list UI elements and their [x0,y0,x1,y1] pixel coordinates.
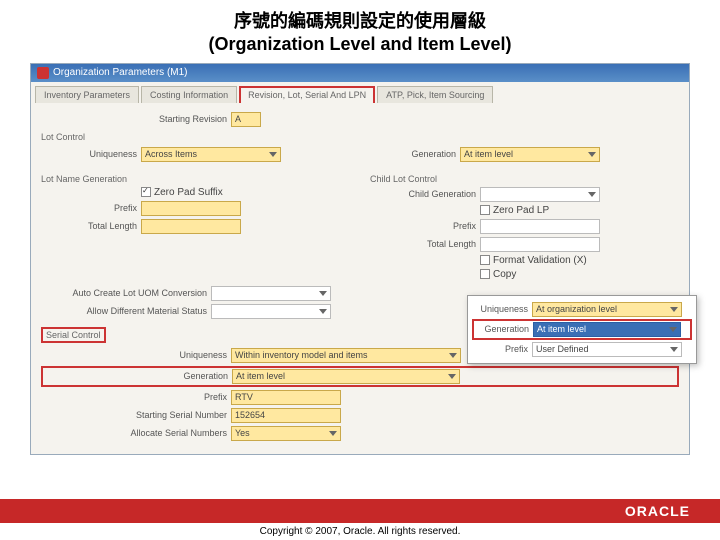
footer: ORACLE Copyright © 2007, Oracle. All rig… [0,499,720,540]
lbl-uniqueness-serial: Uniqueness [41,350,231,360]
chevron-down-icon [319,309,327,314]
slide-title: 序號的編碼規則設定的使用層級 (Organization Level and I… [0,0,720,63]
lbl-prefix: Prefix [41,203,141,213]
chevron-down-icon [588,152,596,157]
chevron-down-icon [448,374,456,379]
fld-prefix-lot[interactable] [141,201,241,216]
lbl-uniqueness: Uniqueness [41,149,141,159]
lbl-allow-diff: Allow Different Material Status [41,306,211,316]
lbl-generation: Generation [370,149,460,159]
chevron-down-icon [449,353,457,358]
fld-uniqueness-serial[interactable]: Within inventory model and items [231,348,461,363]
lbl-starting-revision: Starting Revision [41,114,231,124]
chk-copy[interactable] [480,269,490,279]
lbl-total-length: Total Length [41,221,141,231]
ov-fld-generation[interactable]: At item level [533,322,681,337]
lbl-generation-serial: Generation [44,371,232,381]
lbl-zero-pad-lp: Zero Pad LP [493,205,549,216]
copyright: Copyright © 2007, Oracle. All rights res… [0,523,720,540]
tab-atp-pick[interactable]: ATP, Pick, Item Sourcing [377,86,493,103]
chk-zero-pad-suffix[interactable] [141,187,151,197]
ov-lbl-generation: Generation [475,324,533,334]
fld-child-gen[interactable] [480,187,600,202]
title-zh: 序號的編碼規則設定的使用層級 [0,10,720,33]
window-title: Organization Parameters (M1) [53,67,188,78]
section-serial-control: Serial Control [41,327,106,343]
fld-prefix-serial[interactable]: RTV [231,390,341,405]
lbl-copy: Copy [493,269,516,280]
lbl-format-val: Format Validation (X) [493,255,587,266]
chevron-down-icon [670,347,678,352]
fld-generation-serial[interactable]: At item level [232,369,460,384]
lbl-auto-create: Auto Create Lot UOM Conversion [41,288,211,298]
ov-lbl-uniqueness: Uniqueness [472,304,532,314]
chevron-down-icon [670,307,678,312]
fld-prefix-child[interactable] [480,219,600,234]
overlay-panel: UniquenessAt organization level Generati… [467,295,697,364]
title-en: (Organization Level and Item Level) [0,33,720,56]
brand-bar: ORACLE [0,499,720,523]
section-lot-control: Lot Control [41,132,679,142]
fld-total-length-child[interactable] [480,237,600,252]
fld-total-length-lot[interactable] [141,219,241,234]
lbl-prefix-child: Prefix [370,221,480,231]
app-icon [37,67,49,79]
ov-fld-uniqueness[interactable]: At organization level [532,302,682,317]
lbl-allocate-serial: Allocate Serial Numbers [41,428,231,438]
lbl-total-length-child: Total Length [370,239,480,249]
fld-allocate-serial[interactable]: Yes [231,426,341,441]
fld-starting-revision[interactable]: A [231,112,261,127]
chevron-down-icon [669,327,677,332]
tab-strip: Inventory Parameters Costing Information… [31,82,689,103]
ov-fld-prefix[interactable]: User Defined [532,342,682,357]
chevron-down-icon [588,192,596,197]
lbl-child-gen: Child Generation [370,189,480,199]
chevron-down-icon [319,291,327,296]
fld-auto-create[interactable] [211,286,331,301]
oracle-logo: ORACLE [625,503,690,519]
chk-format-val[interactable] [480,255,490,265]
app-window: Organization Parameters (M1) Inventory P… [30,63,690,455]
fld-allow-diff[interactable] [211,304,331,319]
tab-inventory-params[interactable]: Inventory Parameters [35,86,139,103]
titlebar: Organization Parameters (M1) [31,64,689,82]
fld-generation-lot[interactable]: At item level [460,147,600,162]
form-body: Starting Revision A Lot Control Uniquene… [31,103,689,454]
tab-revision-lot-serial[interactable]: Revision, Lot, Serial And LPN [239,86,375,103]
ov-lbl-prefix: Prefix [472,344,532,354]
fld-uniqueness-lot[interactable]: Across Items [141,147,281,162]
lbl-zero-pad-suffix: Zero Pad Suffix [154,187,223,198]
chk-zero-pad-lp[interactable] [480,205,490,215]
lbl-starting-serial: Starting Serial Number [41,410,231,420]
lbl-prefix-serial: Prefix [41,392,231,402]
fld-starting-serial[interactable]: 152654 [231,408,341,423]
chevron-down-icon [329,431,337,436]
chevron-down-icon [269,152,277,157]
tab-costing-info[interactable]: Costing Information [141,86,237,103]
section-child-lot: Child Lot Control [370,174,679,184]
section-lot-name-gen: Lot Name Generation [41,174,350,184]
